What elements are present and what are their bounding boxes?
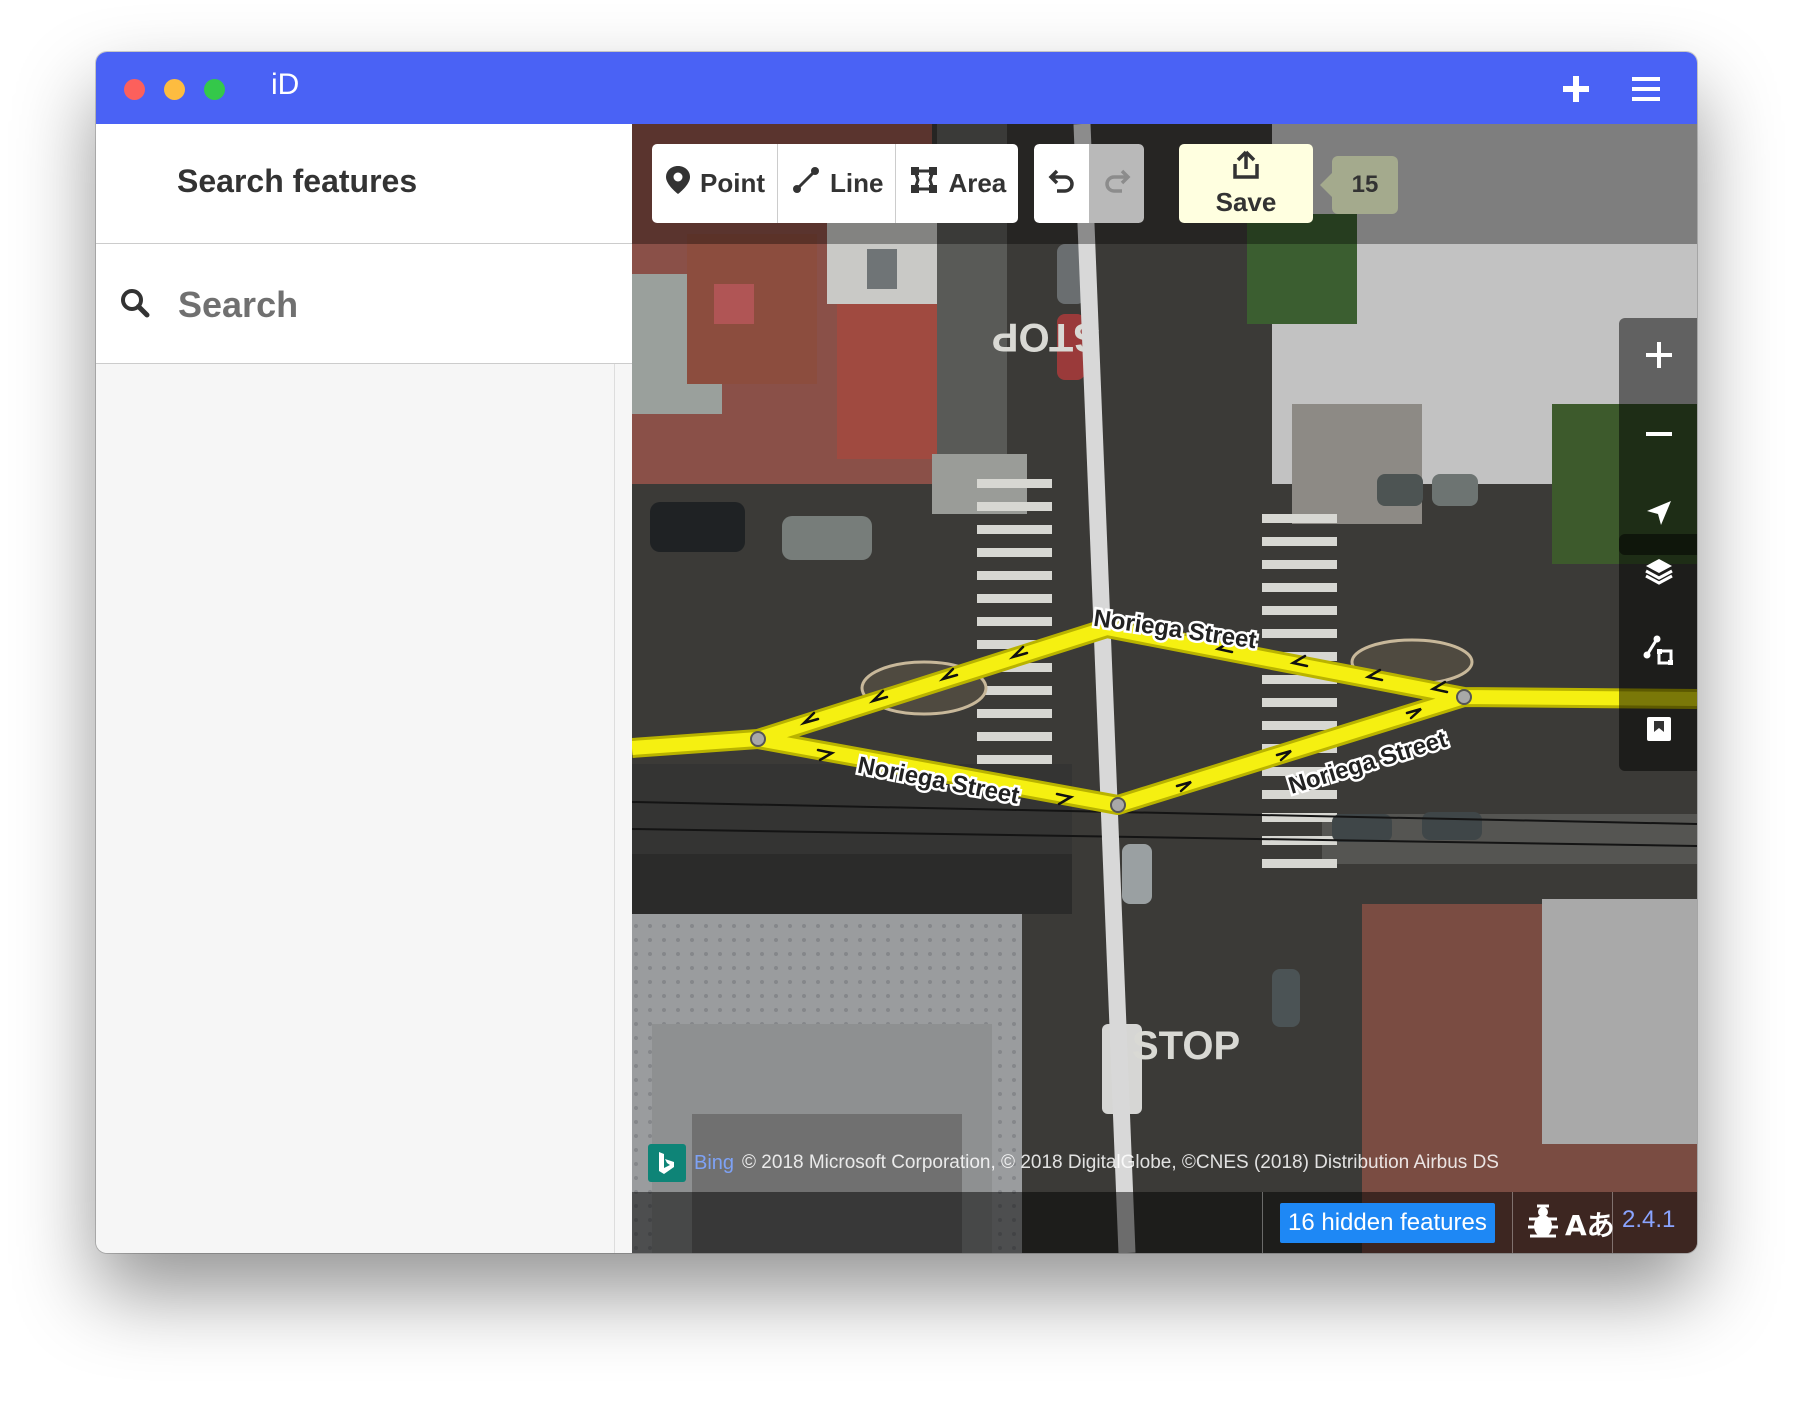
zoom-out-button[interactable] [1619,397,1697,476]
add-point-label: Point [700,168,765,198]
add-area-button[interactable]: Area [896,144,1018,223]
minimize-window-button[interactable] [164,79,185,100]
bug-icon[interactable] [1525,1203,1561,1246]
plus-icon[interactable] [1556,69,1596,109]
add-line-button[interactable]: Line [778,144,897,223]
title-bar: iD [96,52,1697,124]
map-data-icon [1642,633,1676,672]
sidebar-title: Search features [177,163,418,199]
zoom-out-icon [1645,421,1672,452]
area-icon [910,166,938,201]
zoom-controls [1619,318,1697,555]
hidden-features-link[interactable]: 16 hidden features [1280,1203,1495,1243]
close-window-button[interactable] [124,79,145,100]
map[interactable]: STOP STOP Noriega Street Noriega Street … [632,124,1697,1253]
layers-icon [1644,556,1674,591]
map-data-button[interactable] [1619,613,1697,692]
edit-count-badge: 15 [1320,156,1398,214]
undo-icon [1048,167,1076,200]
sidebar-header: Search features [96,124,632,244]
add-area-label: Area [948,168,1007,198]
app-title: iD [271,68,300,101]
feature-search [96,244,632,364]
search-icon [120,288,150,323]
add-line-label: Line [830,168,884,198]
bing-logo-icon [648,1144,686,1182]
search-input[interactable] [176,274,600,336]
satellite-imagery: STOP STOP Noriega Street Noriega Street … [632,124,1697,1253]
translate-icon[interactable]: Aあ [1565,1204,1615,1244]
imagery-attribution: Bing © 2018 Microsoft Corporation, © 201… [648,1144,1499,1182]
help-icon [1645,715,1673,748]
upload-icon [1231,150,1261,185]
geolocate-icon [1645,499,1673,532]
road-marking-stop: STOP [1132,1024,1240,1068]
app-window: iD Search features Search STOP STOP Nori… [96,52,1697,1253]
undo-button[interactable] [1034,144,1089,223]
version-label[interactable]: 2.4.1 [1622,1206,1675,1234]
save-button[interactable]: Save [1179,144,1313,223]
zoom-window-button[interactable] [204,79,225,100]
add-point-button[interactable]: Point [652,144,778,223]
panel-controls [1619,534,1697,771]
add-mode-group: Point Line Area [652,144,1019,223]
map-footer: 16 hidden features Aあ 2.4.1 [632,1192,1697,1253]
zoom-in-button[interactable] [1619,318,1697,397]
help-button[interactable] [1619,692,1697,771]
imagery-provider-link[interactable]: Bing [694,1152,734,1175]
menu-icon[interactable] [1626,69,1666,109]
background-layers-button[interactable] [1619,534,1697,613]
save-label: Save [1215,186,1277,217]
zoom-in-icon [1645,342,1672,373]
history-group [1034,144,1144,223]
redo-icon [1103,167,1131,200]
line-icon [792,166,820,201]
sidebar: Search features [96,124,633,1253]
redo-button[interactable] [1089,144,1144,223]
sidebar-resizer[interactable] [614,364,633,1253]
attribution-text: © 2018 Microsoft Corporation, © 2018 Dig… [742,1152,1499,1173]
top-toolbar: Point Line Area Save 15 [632,124,1697,244]
point-icon [666,166,690,201]
